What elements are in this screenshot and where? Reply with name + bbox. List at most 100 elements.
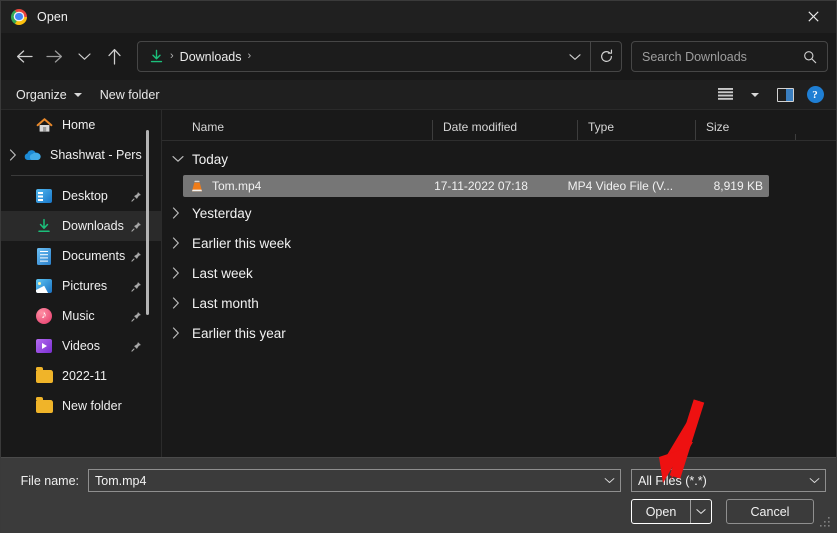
onedrive-cloud-icon xyxy=(23,146,41,164)
pin-icon[interactable] xyxy=(131,191,142,202)
pin-icon[interactable] xyxy=(131,221,142,232)
file-type: MP4 Video File (V... xyxy=(568,179,677,193)
chevron-right-icon[interactable] xyxy=(172,267,190,279)
close-icon xyxy=(808,11,819,22)
open-button[interactable]: Open xyxy=(632,500,690,523)
close-window-button[interactable] xyxy=(790,1,836,32)
table-row[interactable]: Tom.mp4 17-11-2022 07:18 MP4 Video File … xyxy=(183,175,769,197)
chevron-right-icon[interactable] xyxy=(172,207,190,219)
sidebar-item-downloads[interactable]: Downloads xyxy=(1,211,161,241)
resize-grip-icon[interactable] xyxy=(820,517,831,528)
sidebar-item-label: 2022-11 xyxy=(62,369,107,383)
group-header-earlier-this-year[interactable]: Earlier this year xyxy=(162,318,836,348)
organize-label: Organize xyxy=(16,88,67,102)
chevron-right-icon[interactable] xyxy=(3,149,23,161)
chevron-down-icon[interactable] xyxy=(598,477,620,484)
sidebar-item-new-folder[interactable]: New folder xyxy=(1,391,161,421)
column-header-label: Type xyxy=(578,120,695,134)
chevron-down-icon xyxy=(751,93,759,97)
column-header-name[interactable]: Name xyxy=(162,120,432,140)
cancel-button[interactable]: Cancel xyxy=(726,499,814,524)
group-label: Last month xyxy=(192,296,259,311)
search-box[interactable]: Search Downloads xyxy=(631,41,828,72)
group-header-today[interactable]: Today xyxy=(162,144,836,174)
open-dropdown-button[interactable] xyxy=(690,500,711,523)
dialog-body: Home Shashwat - Pers xyxy=(1,110,836,457)
back-button[interactable] xyxy=(9,42,39,72)
file-name-combo[interactable]: Tom.mp4 xyxy=(88,469,621,492)
breadcrumb-separator: › xyxy=(170,51,174,62)
chevron-down-icon[interactable] xyxy=(172,155,190,163)
breadcrumb-separator-trailing[interactable]: › xyxy=(248,51,252,62)
sidebar-divider xyxy=(11,175,143,176)
change-view-button[interactable] xyxy=(710,83,740,107)
pin-icon[interactable] xyxy=(131,341,142,352)
chevron-right-icon[interactable] xyxy=(172,237,190,249)
column-header-size[interactable]: Size xyxy=(695,120,795,140)
chevron-down-icon xyxy=(696,508,706,515)
address-dropdown-button[interactable] xyxy=(560,42,590,71)
help-button[interactable]: ? xyxy=(800,83,830,107)
new-folder-button[interactable]: New folder xyxy=(91,83,169,107)
column-headers: Name ⌄ Date modified Type Size xyxy=(162,110,836,141)
breadcrumb-current-folder[interactable]: Downloads xyxy=(180,50,242,64)
file-name-input[interactable]: Tom.mp4 xyxy=(95,474,598,488)
view-options-dropdown[interactable] xyxy=(740,83,770,107)
sidebar-item-label: Shashwat - Pers xyxy=(50,148,142,162)
open-split-button[interactable]: Open xyxy=(631,499,712,524)
chevron-right-icon[interactable] xyxy=(172,297,190,309)
group-label: Earlier this week xyxy=(192,236,291,251)
chevron-down-icon xyxy=(569,53,581,61)
file-name-row: File name: Tom.mp4 All Files (*.*) xyxy=(11,469,826,492)
sidebar-item-documents[interactable]: Documents xyxy=(1,241,161,271)
pin-icon[interactable] xyxy=(131,251,142,262)
column-header-spacer xyxy=(795,134,836,140)
file-name: Tom.mp4 xyxy=(212,179,434,193)
arrow-right-icon xyxy=(46,49,63,64)
file-type-filter-combo[interactable]: All Files (*.*) xyxy=(631,469,826,492)
sidebar-item-onedrive[interactable]: Shashwat - Pers xyxy=(1,140,161,170)
address-bar[interactable]: › Downloads › xyxy=(137,41,622,72)
group-header-last-month[interactable]: Last month xyxy=(162,288,836,318)
sort-descending-icon: ⌄ xyxy=(501,119,509,129)
window-title: Open xyxy=(37,10,68,24)
refresh-button[interactable] xyxy=(591,42,621,71)
file-date-modified: 17-11-2022 07:18 xyxy=(434,179,568,193)
column-header-type[interactable]: Type xyxy=(577,120,695,140)
sidebar-scrollbar[interactable] xyxy=(146,130,149,315)
group-label: Earlier this year xyxy=(192,326,286,341)
chevron-right-icon[interactable] xyxy=(172,327,190,339)
sidebar-item-videos[interactable]: Videos xyxy=(1,331,161,361)
sidebar-item-label: Music xyxy=(62,309,95,323)
group-label: Yesterday xyxy=(192,206,252,221)
pin-icon[interactable] xyxy=(131,311,142,322)
file-list-pane: Name ⌄ Date modified Type Size xyxy=(162,110,836,457)
home-icon xyxy=(35,116,53,134)
forward-button[interactable] xyxy=(39,42,69,72)
column-header-date-modified[interactable]: ⌄ Date modified xyxy=(432,120,577,140)
up-one-level-button[interactable] xyxy=(99,42,129,72)
sidebar-item-2022-11[interactable]: 2022-11 xyxy=(1,361,161,391)
sidebar-item-label: Desktop xyxy=(62,189,108,203)
sidebar-item-label: Videos xyxy=(62,339,100,353)
sidebar-item-pictures[interactable]: Pictures xyxy=(1,271,161,301)
file-type-filter-value[interactable]: All Files (*.*) xyxy=(638,474,803,488)
group-header-last-week[interactable]: Last week xyxy=(162,258,836,288)
preview-pane-button[interactable] xyxy=(770,83,800,107)
recent-locations-button[interactable] xyxy=(69,42,99,72)
search-input[interactable]: Search Downloads xyxy=(642,50,803,64)
group-header-yesterday[interactable]: Yesterday xyxy=(162,198,836,228)
organize-menu-button[interactable]: Organize xyxy=(7,83,91,107)
group-header-earlier-this-week[interactable]: Earlier this week xyxy=(162,228,836,258)
pin-icon[interactable] xyxy=(131,281,142,292)
sidebar-item-label: Home xyxy=(62,118,95,132)
sidebar-item-music[interactable]: Music xyxy=(1,301,161,331)
desktop-icon xyxy=(35,187,53,205)
column-header-label: Name xyxy=(182,120,432,134)
sidebar-item-home[interactable]: Home xyxy=(1,110,161,140)
navigation-pane: Home Shashwat - Pers xyxy=(1,110,162,457)
sidebar-item-desktop[interactable]: Desktop xyxy=(1,181,161,211)
download-icon xyxy=(35,217,53,235)
chevron-down-icon[interactable] xyxy=(803,477,825,484)
sidebar-item-label: Downloads xyxy=(62,219,124,233)
